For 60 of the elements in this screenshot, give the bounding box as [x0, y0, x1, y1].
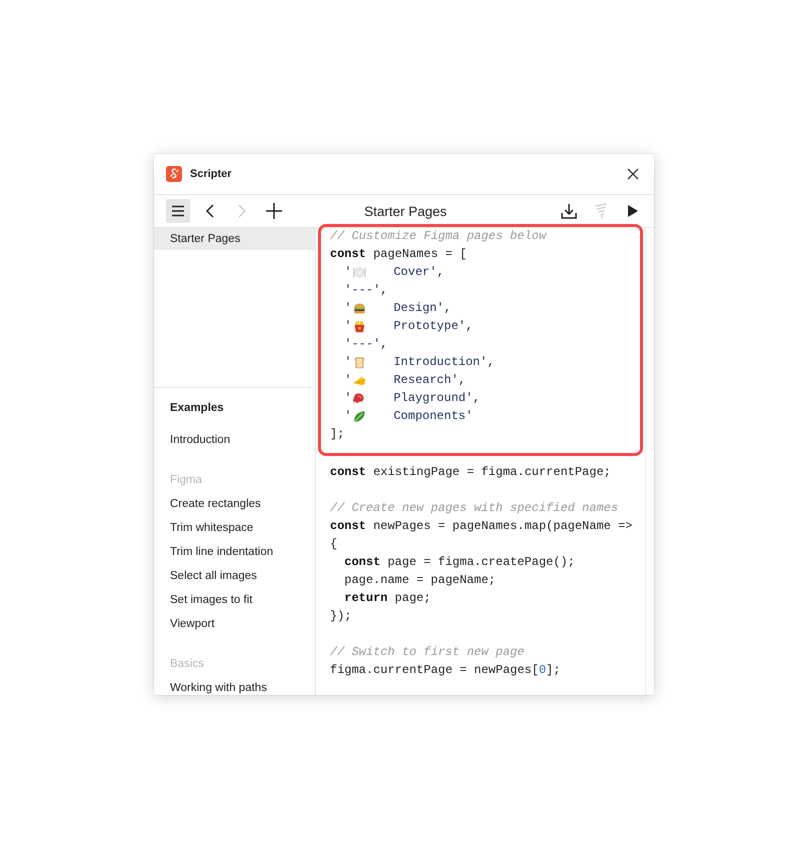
tornado-icon: [595, 203, 607, 219]
sidebar-item[interactable]: Set images to fit: [154, 588, 315, 612]
window-title: Scripter: [190, 168, 232, 180]
sidebar-item[interactable]: Viewport: [154, 612, 315, 636]
code-line: return page;: [344, 590, 431, 607]
chevron-right-icon: [238, 204, 246, 218]
fries-icon: [352, 320, 366, 332]
plus-icon: [266, 203, 282, 219]
sidebar-item[interactable]: Trim line indentation: [154, 540, 315, 564]
code-line: // Create new pages with specified names: [330, 500, 618, 517]
code-text: ': [344, 390, 352, 407]
code-line: page.name = pageName;: [344, 572, 496, 589]
cheese-icon: [352, 374, 366, 386]
code-line: const pageNames = [: [330, 246, 467, 263]
code-text: Prototype',: [394, 318, 473, 335]
code-line: });: [330, 608, 352, 625]
code-line: const newPages = pageNames.map(pageName =>: [330, 518, 632, 535]
code-line: const page = figma.createPage();: [344, 554, 575, 571]
code-line: ];: [330, 426, 344, 443]
code-line: // Customize Figma pages below: [330, 228, 546, 245]
sidebar-item[interactable]: Starter Pages: [154, 228, 315, 250]
sidebar-item[interactable]: Working with paths: [154, 676, 315, 695]
sidebar-item[interactable]: Create rectangles: [154, 492, 315, 516]
chevron-left-icon: [206, 204, 214, 218]
group-heading: Figma: [169, 473, 203, 488]
bread-icon: [352, 356, 366, 368]
meat-icon: [352, 392, 366, 404]
code-text: Cover',: [394, 264, 444, 281]
code-line: figma.currentPage = newPages[0];: [330, 662, 560, 679]
code-text: ': [344, 408, 352, 425]
code-text: Components': [394, 408, 473, 425]
code-text: ': [344, 354, 352, 371]
logo-icon: [166, 166, 182, 182]
script-title: Starter Pages: [364, 204, 447, 218]
close-icon: [627, 168, 639, 180]
leaf-icon: [352, 410, 366, 422]
sidebar-item[interactable]: Trim whitespace: [154, 516, 315, 540]
plate-icon: [352, 266, 366, 278]
code-line: const existingPage = figma.currentPage;: [330, 464, 611, 481]
code-text: ': [344, 372, 352, 389]
code-line: '---',: [344, 336, 388, 353]
code-line: '---',: [344, 282, 388, 299]
code-text: Design',: [394, 300, 452, 317]
code-text: Research',: [394, 372, 466, 389]
code-text: ': [344, 300, 352, 317]
group-heading: Basics: [169, 657, 205, 672]
code-line: {: [330, 536, 338, 553]
sidebar-item[interactable]: Introduction: [154, 428, 315, 452]
code-line: // Switch to first new page: [330, 644, 524, 661]
menu-icon: [170, 203, 186, 219]
section-title: Examples: [169, 401, 225, 416]
code-text: Introduction',: [394, 354, 494, 371]
download-icon: [561, 204, 577, 218]
sidebar-item[interactable]: Select all images: [154, 564, 315, 588]
code-text: Playground',: [394, 390, 480, 407]
play-icon: [628, 205, 638, 217]
burger-icon: [352, 302, 366, 314]
code-text: ': [344, 318, 352, 335]
code-text: ': [344, 264, 352, 281]
menu-button[interactable]: [166, 199, 190, 223]
